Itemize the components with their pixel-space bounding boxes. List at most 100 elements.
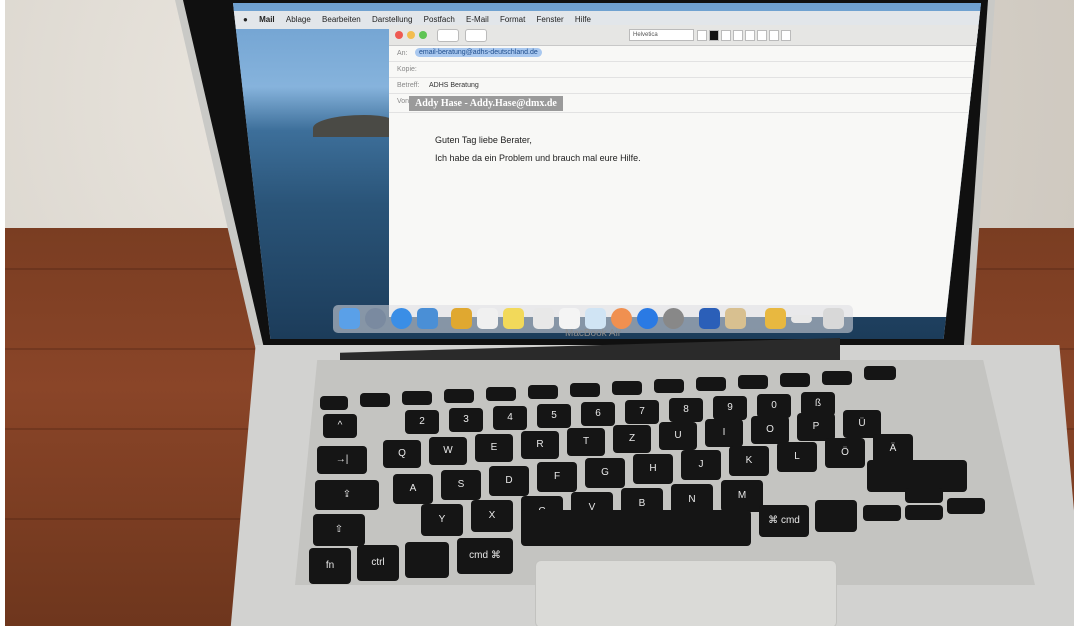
safari-icon[interactable]	[391, 308, 412, 329]
system-preferences-icon[interactable]	[663, 308, 684, 329]
menu-ablage[interactable]: Ablage	[286, 11, 311, 29]
key-f12[interactable]	[822, 371, 852, 385]
key-t[interactable]: T	[567, 428, 605, 456]
key-3[interactable]: 3	[449, 408, 483, 432]
key-f4[interactable]	[486, 387, 516, 401]
font-size-select[interactable]	[697, 30, 707, 41]
key-d[interactable]: D	[489, 466, 529, 496]
font-family-select[interactable]: Helvetica	[629, 29, 694, 41]
key-w[interactable]: W	[429, 437, 467, 465]
key-fn[interactable]: fn	[309, 548, 351, 584]
attach-button[interactable]	[465, 29, 487, 42]
app-icon[interactable]	[725, 308, 746, 329]
trash-icon[interactable]	[823, 308, 844, 329]
from-sender-select[interactable]: Addy Hase - Addy.Hase@dmx.de	[409, 96, 563, 111]
key-ctrl[interactable]: ctrl	[357, 545, 399, 581]
calendar-icon[interactable]	[477, 308, 498, 329]
reminders-icon[interactable]	[559, 308, 580, 329]
key-f10[interactable]	[738, 375, 768, 389]
contacts-icon[interactable]	[585, 308, 606, 329]
to-recipient-chip[interactable]: email-beratung@adhs-deutschland.de	[415, 48, 542, 57]
key-7[interactable]: 7	[625, 400, 659, 424]
key-f5[interactable]	[528, 385, 558, 399]
menu-bearbeiten[interactable]: Bearbeiten	[322, 11, 361, 29]
italic-button[interactable]	[733, 30, 743, 41]
key-2[interactable]: 2	[405, 410, 439, 434]
key-k[interactable]: K	[729, 446, 769, 476]
key-i[interactable]: I	[705, 419, 743, 447]
launchpad-icon[interactable]	[365, 308, 386, 329]
key-tab[interactable]: →|	[317, 446, 367, 474]
key-u[interactable]: U	[659, 422, 697, 450]
key-oe[interactable]: Ö	[825, 438, 865, 468]
key-q[interactable]: Q	[383, 440, 421, 468]
photos-icon[interactable]	[611, 308, 632, 329]
body-greeting[interactable]: Guten Tag liebe Berater,	[435, 135, 532, 145]
key-option-right[interactable]	[815, 500, 857, 532]
key-arrow-left[interactable]	[863, 505, 901, 521]
subject-field[interactable]: ADHS Beratung	[429, 82, 479, 89]
key-f3[interactable]	[444, 389, 474, 403]
text-color-button[interactable]	[709, 30, 719, 41]
key-s[interactable]: S	[441, 470, 481, 500]
key-f11[interactable]	[780, 373, 810, 387]
key-shift-left[interactable]: ⇧	[313, 514, 365, 546]
minimize-window-button[interactable]	[407, 31, 415, 39]
key-f6[interactable]	[570, 383, 600, 397]
key-caps-lock[interactable]: ⇪	[315, 480, 379, 510]
finder-icon[interactable]	[339, 308, 360, 329]
key-arrow-up[interactable]	[905, 488, 943, 503]
key-0[interactable]: 0	[757, 394, 791, 418]
key-5[interactable]: 5	[537, 404, 571, 428]
key-f[interactable]: F	[537, 462, 577, 492]
key-power[interactable]	[864, 366, 896, 380]
bold-button[interactable]	[721, 30, 731, 41]
key-g[interactable]: G	[585, 458, 625, 488]
key-arrow-right[interactable]	[947, 498, 985, 514]
cc-row[interactable]: Kopie:	[389, 62, 981, 78]
key-arrow-down[interactable]	[905, 505, 943, 520]
align-right-button[interactable]	[781, 30, 791, 41]
trackpad[interactable]	[535, 560, 837, 626]
stickies-icon[interactable]	[503, 308, 524, 329]
key-f7[interactable]	[612, 381, 642, 395]
key-o[interactable]: O	[751, 416, 789, 444]
align-left-button[interactable]	[757, 30, 767, 41]
menu-mail[interactable]: Mail	[259, 11, 275, 29]
key-9[interactable]: 9	[713, 396, 747, 420]
key-option-left[interactable]	[405, 542, 449, 578]
script-editor-icon[interactable]	[533, 308, 554, 329]
body-line[interactable]: Ich habe da ein Problem und brauch mal e…	[435, 153, 641, 163]
key-8[interactable]: 8	[669, 398, 703, 422]
key-cmd-right[interactable]: ⌘ cmd	[759, 505, 809, 537]
key-l[interactable]: L	[777, 442, 817, 472]
key-f1[interactable]	[360, 393, 390, 407]
word-icon[interactable]	[699, 308, 720, 329]
key-f9[interactable]	[696, 377, 726, 391]
app-store-icon[interactable]	[637, 308, 658, 329]
close-window-button[interactable]	[395, 31, 403, 39]
send-button[interactable]	[437, 29, 459, 42]
subject-row[interactable]: Betreff: ADHS Beratung	[389, 78, 981, 94]
key-a[interactable]: A	[393, 474, 433, 504]
key-h[interactable]: H	[633, 454, 673, 484]
key-f8[interactable]	[654, 379, 684, 393]
key-p[interactable]: P	[797, 413, 835, 441]
folder-icon[interactable]	[765, 308, 786, 329]
key-f2[interactable]	[402, 391, 432, 405]
notes-icon[interactable]	[451, 308, 472, 329]
key-caret[interactable]: ^	[323, 414, 357, 438]
key-j[interactable]: J	[681, 450, 721, 480]
key-6[interactable]: 6	[581, 402, 615, 426]
key-r[interactable]: R	[521, 431, 559, 459]
downloads-stack-icon[interactable]	[791, 315, 812, 323]
key-z[interactable]: Z	[613, 425, 651, 453]
underline-button[interactable]	[745, 30, 755, 41]
key-4[interactable]: 4	[493, 406, 527, 430]
key-space[interactable]	[521, 510, 751, 546]
key-esc[interactable]	[320, 396, 348, 410]
key-m[interactable]: M	[721, 480, 763, 512]
key-cmd-left[interactable]: cmd ⌘	[457, 538, 513, 574]
key-y[interactable]: Y	[421, 504, 463, 536]
mail-icon[interactable]	[417, 308, 438, 329]
